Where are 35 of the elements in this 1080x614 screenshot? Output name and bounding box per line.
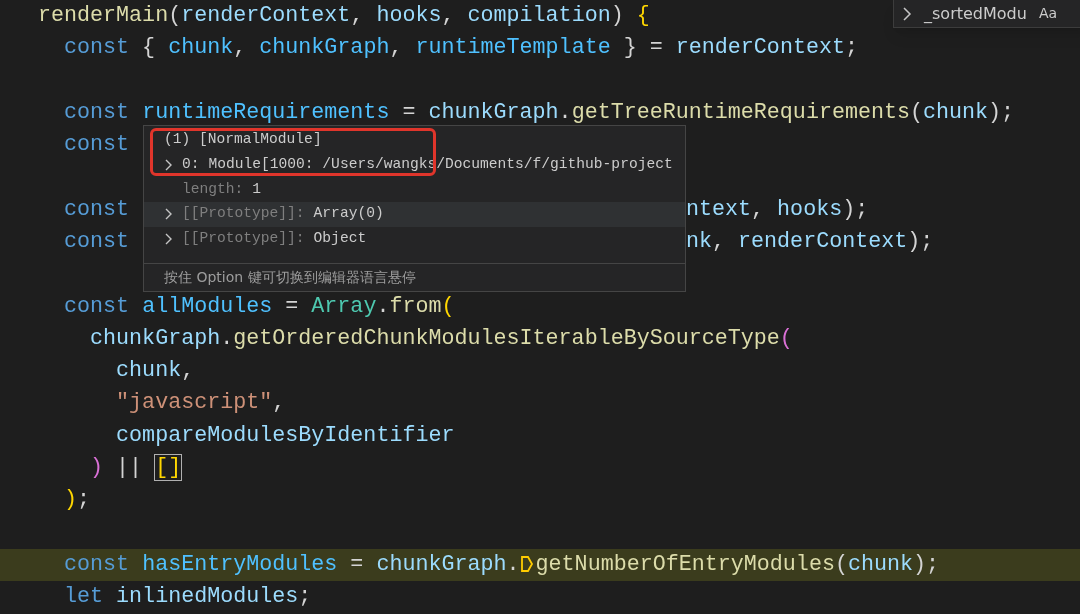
code-line: const	[63, 227, 130, 256]
code-line: renderMain(renderContext, hooks, compilation) {	[38, 1, 650, 30]
code-line: chunkGraph.getOrderedChunkModulesIterableBySourceType(	[89, 324, 793, 353]
code-line: ) || []	[89, 454, 182, 483]
code-line: const	[63, 195, 130, 224]
variable-row[interactable]: [[Prototype]]: Array(0)	[144, 202, 685, 227]
variable-key: [[Prototype]]:	[182, 203, 305, 226]
variable-key: 0:	[182, 154, 200, 177]
hover-hint: 按住 Option 键可切换到编辑器语言悬停	[164, 268, 416, 287]
variable-key: [[Prototype]]:	[182, 227, 305, 250]
chevron-right-icon[interactable]	[164, 232, 174, 245]
code-line: const { chunk, chunkGraph, runtimeTemplate } = renderContext;	[63, 34, 858, 63]
variable-value: Array(0)	[313, 204, 384, 224]
find-input[interactable]: _sortedModu	[924, 1, 1027, 26]
hover-title: (1) [NormalModule]	[164, 129, 322, 149]
variable-row[interactable]: length: 1	[144, 177, 685, 202]
variable-value: Object	[313, 228, 367, 248]
code-line: );	[63, 486, 91, 515]
variable-row[interactable]: [[Prototype]]: Object	[144, 226, 685, 251]
chevron-right-icon[interactable]	[902, 6, 912, 21]
code-line: chunk,	[115, 357, 195, 386]
code-line: "javascript",	[115, 389, 286, 418]
code-line: compareModulesByIdentifier	[115, 421, 455, 450]
variable-key: length:	[182, 178, 244, 201]
code-line: const allModules = Array.from(	[63, 292, 455, 321]
code-line: const runtimeRequirements = chunkGraph.getTreeRuntimeRequirements(chunk);	[63, 98, 1015, 127]
code-line: const hasEntryModules = chunkGraph. getNumberOfEntryModules(chunk);	[63, 550, 940, 579]
chevron-right-icon[interactable]	[164, 208, 174, 221]
code-line: const	[63, 131, 130, 160]
code-line: nk, renderContext);	[686, 227, 934, 256]
code-line: ntext, hooks);	[686, 195, 869, 224]
match-case-toggle[interactable]: Aa	[1038, 3, 1058, 24]
variable-value: 1	[252, 179, 262, 199]
chevron-right-icon[interactable]	[164, 159, 174, 172]
code-line: let inlinedModules;	[63, 583, 312, 612]
